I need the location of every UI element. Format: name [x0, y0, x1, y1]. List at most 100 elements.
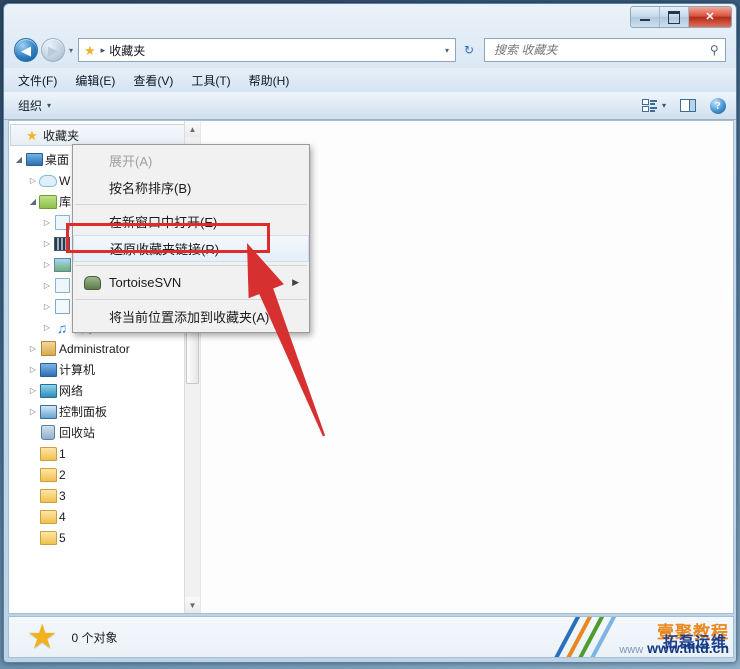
refresh-button[interactable]: ↻ — [458, 39, 480, 61]
tree-item-favorites[interactable]: ★ 收藏夹 — [10, 124, 199, 146]
back-button[interactable]: ◀ — [14, 38, 38, 62]
menu-view[interactable]: 查看(V) — [133, 72, 173, 89]
tree-item-label: 计算机 — [59, 363, 96, 377]
tree-twisty-icon[interactable]: ▷ — [41, 260, 53, 269]
chevron-down-icon[interactable]: ▾ — [445, 46, 449, 55]
context-menu-item[interactable]: TortoiseSVN ▶ — [73, 269, 309, 296]
tortoise-icon — [79, 275, 105, 290]
tree-item[interactable]: ▷ Administrator — [9, 338, 200, 359]
tree-twisty-icon[interactable]: ▷ — [41, 323, 53, 332]
controlpanel-icon — [39, 404, 57, 419]
menu-edit[interactable]: 编辑(E) — [75, 72, 115, 89]
menu-help[interactable]: 帮助(H) — [249, 72, 290, 89]
search-icon: ⚲ — [710, 43, 719, 57]
menu-tools[interactable]: 工具(T) — [191, 72, 230, 89]
forward-arrow-icon: ▶ — [48, 42, 58, 58]
search-input[interactable] — [492, 42, 711, 58]
tree-item[interactable]: ▷ 计算机 — [9, 359, 200, 380]
videolib-icon — [53, 236, 71, 251]
close-button[interactable]: ✕ — [689, 7, 731, 27]
organize-caret-icon[interactable]: ▾ — [47, 101, 51, 110]
watermark-url-faint: www — [619, 644, 644, 656]
status-bar: ★ 0 个对象 壹聚教程 拓磊运维 www www.tlltd.cn — [8, 616, 734, 658]
context-menu-item[interactable]: 按名称排序(B) — [73, 174, 309, 201]
preview-pane-icon — [680, 99, 696, 112]
musiclib-icon: ♫ — [56, 319, 68, 336]
tree-twisty-icon[interactable]: ▷ — [41, 302, 53, 311]
tree-item[interactable]: 5 — [9, 527, 200, 548]
tree-item[interactable]: 3 — [9, 485, 200, 506]
minimize-icon — [640, 19, 650, 21]
context-menu-item[interactable]: 在新窗口中打开(E) — [73, 208, 309, 235]
help-button[interactable]: ? — [710, 97, 726, 114]
library-icon — [39, 194, 57, 209]
folder-icon — [39, 467, 57, 482]
watermark: 壹聚教程 拓磊运维 www www.tlltd.cn — [553, 617, 733, 657]
favorites-star-icon-large: ★ — [27, 618, 58, 656]
menu-file[interactable]: 文件(F) — [18, 72, 57, 89]
context-menu[interactable]: 展开(A) 按名称排序(B) 在新窗口中打开(E) 还原收藏夹链接(R) Tortois… — [72, 144, 310, 333]
tree-twisty-icon[interactable]: ▷ — [27, 176, 39, 185]
history-dropdown-button[interactable]: ▾ — [69, 46, 73, 55]
tree-item-label: W — [59, 173, 71, 188]
search-box[interactable]: ⚲ — [484, 38, 726, 62]
network-icon — [39, 383, 57, 398]
change-view-button[interactable]: ▾ — [641, 99, 666, 112]
tree-item-label: 网络 — [59, 384, 84, 398]
tree-item[interactable]: ▷ 网络 — [9, 380, 200, 401]
tree-item[interactable]: 1 — [9, 443, 200, 464]
tree-twisty-icon[interactable]: ◢ — [13, 155, 25, 164]
tree-item-label: 1 — [59, 446, 66, 461]
back-arrow-icon: ◀ — [21, 42, 31, 58]
tree-item[interactable]: 2 — [9, 464, 200, 485]
context-menu-item[interactable]: 还原收藏夹链接(R) — [73, 235, 309, 262]
address-bar-row: ◀ ▶ ▾ ★ ▸ 收藏夹 ▾ ↻ ⚲ — [4, 32, 736, 68]
tree-twisty-icon[interactable]: ▷ — [41, 218, 53, 227]
caption-button-group: ✕ — [630, 6, 732, 28]
tree-twisty-icon[interactable]: ▷ — [27, 386, 39, 395]
tree-item-label: 回收站 — [59, 426, 96, 440]
scroll-up-button[interactable]: ▲ — [185, 121, 200, 137]
tree-twisty-icon[interactable]: ▷ — [27, 407, 39, 416]
preview-pane-button[interactable] — [680, 99, 696, 112]
tree-twisty-icon[interactable]: ▷ — [27, 344, 39, 353]
maximize-button[interactable] — [660, 7, 689, 27]
user-icon — [39, 341, 57, 356]
address-bar[interactable]: ★ ▸ 收藏夹 ▾ — [78, 38, 456, 62]
tree-twisty-icon[interactable]: ▷ — [27, 365, 39, 374]
downloadlib-icon — [53, 299, 71, 314]
help-icon: ? — [710, 97, 726, 114]
tree-item-label: Administrator — [59, 341, 130, 356]
folder-icon — [39, 446, 57, 461]
forward-button[interactable]: ▶ — [41, 38, 65, 62]
tree-item[interactable]: 回收站 — [9, 422, 200, 443]
tree-item-label: 4 — [59, 509, 66, 524]
folder-icon — [39, 488, 57, 503]
maximize-icon — [668, 10, 680, 24]
toolbar-right-group: ▾ ? — [641, 97, 726, 114]
context-menu-item-label: TortoiseSVN — [109, 275, 182, 290]
computer-icon — [39, 362, 57, 377]
tree-item-label: 收藏夹 — [43, 128, 80, 143]
breadcrumb-current[interactable]: 收藏夹 — [109, 42, 145, 59]
context-menu-item-label: 按名称排序(B) — [109, 181, 192, 196]
scroll-down-button[interactable]: ▼ — [185, 597, 200, 613]
tree-twisty-icon[interactable]: ▷ — [41, 281, 53, 290]
explorer-window: ✕ ◀ ▶ ▾ ★ ▸ 收藏夹 ▾ ↻ ⚲ 文件(F) 编辑(E) 查看(V) … — [3, 3, 737, 663]
views-caret-icon[interactable]: ▾ — [662, 101, 666, 110]
context-menu-separator — [75, 204, 307, 205]
tree-item[interactable]: 4 — [9, 506, 200, 527]
tree-twisty-icon[interactable]: ▷ — [41, 239, 53, 248]
organize-button[interactable]: 组织 — [18, 97, 42, 114]
folder-icon — [39, 530, 57, 545]
tree-twisty-icon[interactable]: ◢ — [27, 197, 39, 206]
context-menu-item[interactable]: 将当前位置添加到收藏夹(A) — [73, 303, 309, 330]
tree-item-label: 桌面 — [45, 153, 70, 167]
context-menu-item-label: 还原收藏夹链接(R) — [110, 242, 220, 257]
recyclebin-icon — [39, 425, 57, 440]
refresh-icon: ↻ — [463, 43, 475, 57]
tree-item[interactable]: ▷ 控制面板 — [9, 401, 200, 422]
minimize-button[interactable] — [631, 7, 660, 27]
picturelib-icon — [53, 257, 71, 272]
title-bar: ✕ — [4, 4, 736, 32]
